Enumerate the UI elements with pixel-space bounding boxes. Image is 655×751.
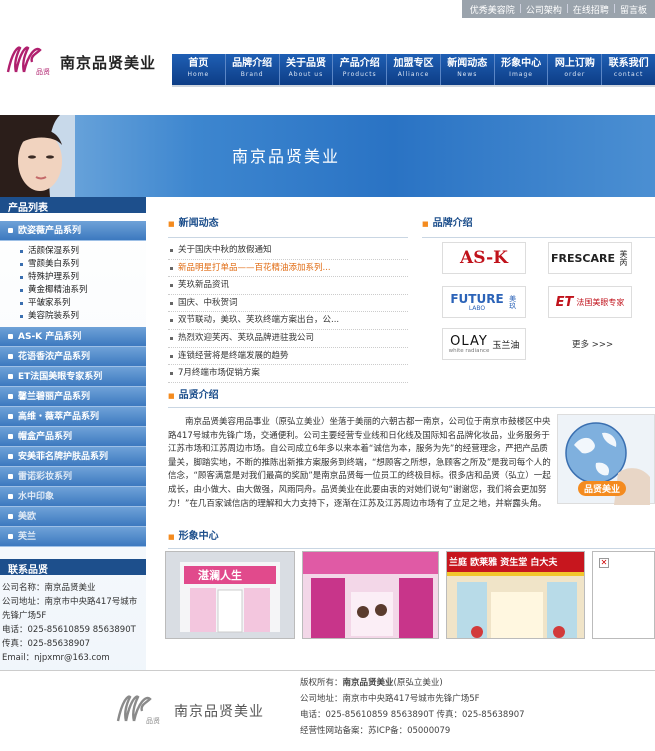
about-divider [168,407,655,408]
news-item[interactable]: 连锁经营将是终端发展的趋势 [168,348,408,366]
footer-logo-text: 南京品贤美业 [174,704,264,720]
sidebar: 产品列表 欧姿薇产品系列 活颜保湿系列 雪颜美白系列 特殊护理系列 黄金椰精油系… [0,197,146,751]
news-section: 新闻动态 关于国庆中秋的放假通知 新品明星打单品——百花精油添加系列... 芙玖… [168,214,408,383]
footer-icp[interactable]: 经营性网站备案：苏ICP备：05000079 [300,723,525,739]
broken-image-icon: ✕ [599,558,609,568]
brand-logo-ask[interactable]: AS-K [442,242,526,274]
main-nav: 首页 Home 品牌介绍 Brand 关于品贤 About us 产品介绍 Produc… [172,54,655,85]
image-center-section: 形象中心 [168,527,655,549]
sidebar-cat-leinuo[interactable]: 雷诺彩妆系列 [0,467,146,487]
sidebar-cat-ouzi[interactable]: 欧姿薇产品系列 [0,221,146,241]
brands-section: 品牌介绍 AS-K FRESCARE 芙芮 FUTURE LABO 美玖 ET … [422,214,655,364]
sidebar-sub-item[interactable]: 平皱家系列 [0,297,146,310]
sidebar-cat-shuizhong[interactable]: 水中印象 [0,487,146,507]
footer-copyright: 版权所有：南京品贤美业(原弘立美业) [300,678,443,688]
footer-logo-icon: 品贤 [116,695,160,725]
top-link-excellent-salon[interactable]: 优秀美容院 [466,3,519,16]
news-item[interactable]: 新品明星打单品——百花精油添加系列... [168,260,408,278]
sidebar-cat-meiou[interactable]: 美欧 [0,507,146,527]
top-links: 优秀美容院 | 公司架构 | 在线招聘 | 留言板 [461,0,655,18]
store-photo-2[interactable] [302,551,439,639]
sidebar-cat-maohe[interactable]: 帽盒产品系列 [0,427,146,447]
site-name: 南京品贤美业 [60,54,157,72]
nav-products[interactable]: 产品介绍 Products [333,54,388,85]
brand-logo-future[interactable]: FUTURE LABO 美玖 [442,286,526,318]
sidebar-cat-xinlan[interactable]: 馨兰碧丽产品系列 [0,387,146,407]
store-sign-3: 兰庭 欧莱雅 资生堂 白大夫 [449,558,558,568]
sidebar-sub-item[interactable]: 活颜保湿系列 [0,245,146,258]
store-sign-1: 湛澜人生 [198,569,242,582]
model-face-image [0,115,75,197]
store-photo-4-broken[interactable]: ✕ [592,551,655,639]
sidebar-cat-anmeifei[interactable]: 安美菲名牌护肤品系列 [0,447,146,467]
brand-logo-olay[interactable]: OLAY white radiance 玉兰油 [442,328,526,360]
news-item[interactable]: 双节联动，美玖、芙玖终端方案出台，公... [168,312,408,330]
contact-address: 公司地址：南京市中央路417号城市先锋广场5F [2,597,138,621]
sidebar-cat-huayu[interactable]: 花语香浓产品系列 [0,347,146,367]
top-link-structure[interactable]: 公司架构 [522,3,566,16]
brand-logo-frescare[interactable]: FRESCARE 芙芮 [548,242,632,274]
nav-about[interactable]: 关于品贤 About us [280,54,334,85]
contact-email: Email：njpxmr@163.com [2,653,110,663]
top-link-jobs[interactable]: 在线招聘 [569,3,613,16]
sidebar-cat-fulan[interactable]: 芙兰 [0,527,146,547]
store-photo-1[interactable]: 湛澜人生 [165,551,295,639]
logo-icon[interactable]: 品贤 [6,42,58,76]
contact-phone: 电话：025-85610859 8563890T [2,625,136,635]
sidebar-sub-item[interactable]: 黄金椰精油系列 [0,284,146,297]
banner: 南京品贤美业 [0,115,655,197]
news-item[interactable]: 热烈欢迎芙丙、芙玖品牌进驻我公司 [168,330,408,348]
contact-fax: 传真：025-85638907 [2,639,91,649]
nav-image[interactable]: 形象中心 Image [495,54,549,85]
news-item[interactable]: 7月终端市场促销方案 [168,365,408,383]
store-photo-3[interactable]: 兰庭 欧莱雅 资生堂 白大夫 [446,551,585,639]
sidebar-cat-et[interactable]: ET法国美眼专家系列 [0,367,146,387]
news-title: 新闻动态 [168,214,408,229]
brands-divider [422,237,655,238]
sidebar-cat-gaowei[interactable]: 高维・薇萃产品系列 [0,407,146,427]
image-center-divider [168,548,655,549]
nav-brand[interactable]: 品牌介绍 Brand [226,54,280,85]
sidebar-cat-ask[interactable]: AS-K 产品系列 [0,327,146,347]
news-item[interactable]: 国庆、中秋贺词 [168,295,408,313]
globe-label: 品贤美业 [578,481,627,496]
news-divider [168,237,408,238]
image-center-title: 形象中心 [168,527,655,542]
nav-underline [172,85,655,87]
brands-title: 品牌介绍 [422,214,655,229]
globe-image: 品贤美业 [557,414,655,505]
footer-logo-small: 品贤 [146,716,160,725]
nav-contact[interactable]: 联系我们 contact [602,54,655,85]
contact-company: 公司名称：南京品贤美业 [2,583,96,593]
brand-logo-et[interactable]: ET 法国美眼专家 [548,286,632,318]
logo-small-text: 品贤 [36,67,50,76]
nav-order[interactable]: 网上订购 order [548,54,603,85]
about-title: 品贤介绍 [168,386,655,401]
nav-news[interactable]: 新闻动态 News [441,54,495,85]
nav-home[interactable]: 首页 Home [172,54,226,85]
banner-title: 南京品贤美业 [232,147,341,166]
sidebar-sub-item[interactable]: 美容院装系列 [0,310,146,323]
sidebar-sub-item[interactable]: 特殊护理系列 [0,271,146,284]
footer-address: 公司地址：南京市中央路417号城市先锋广场5F [300,694,480,704]
about-text: 南京品贤美容用品事业（原弘立美业）坐落于美丽的六朝古都一南京，公司位于南京市鼓楼… [168,417,551,509]
products-list-title: 产品列表 [0,197,146,214]
top-link-guestbook[interactable]: 留言板 [616,3,651,16]
footer-phone: 电话：025-85610859 8563890T 传真：025-85638907 [300,710,525,720]
nav-alliance[interactable]: 加盟专区 Alliance [387,54,441,85]
footer-info: 版权所有：南京品贤美业(原弘立美业) 公司地址：南京市中央路417号城市先锋广场… [300,675,525,739]
footer: 品贤 南京品贤美业 版权所有：南京品贤美业(原弘立美业) 公司地址：南京市中央路… [0,670,655,751]
sidebar-sub-item[interactable]: 雪颜美白系列 [0,258,146,271]
brands-more-link[interactable]: 更多 >>> [572,338,613,350]
news-item[interactable]: 芙玖新品资讯 [168,277,408,295]
news-item[interactable]: 关于国庆中秋的放假通知 [168,242,408,260]
contact-title: 联系品贤 [0,559,146,576]
